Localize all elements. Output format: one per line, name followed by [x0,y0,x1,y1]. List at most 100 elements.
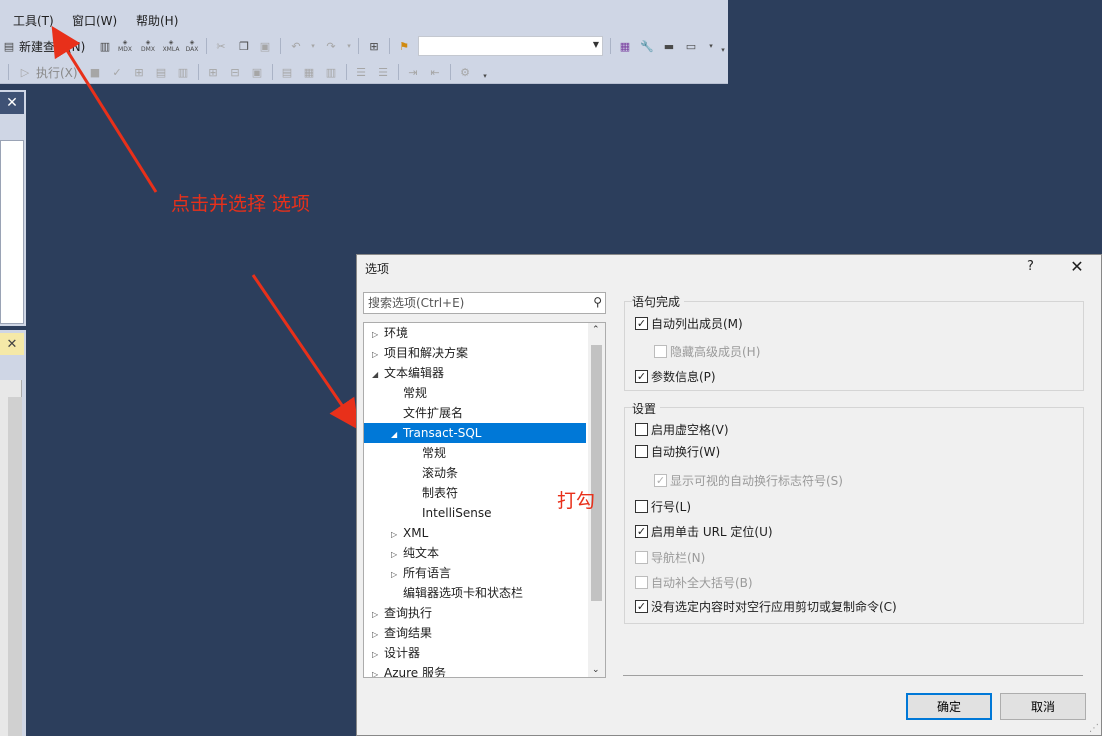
tree-item[interactable]: IntelliSense [410,503,491,523]
expand-icon[interactable]: ▷ [372,345,384,365]
search-icon[interactable]: ⚲ [593,295,602,309]
tree-item[interactable]: ▷ Azure 服务 [372,663,446,678]
option-label: 自动补全大括号(B) [651,576,753,590]
option-label: 没有选定内容时对空行应用剪切或复制命令(C) [651,600,897,614]
option-label: 隐藏高级成员(H) [670,345,761,359]
tree-item[interactable]: 常规 [391,383,427,403]
scroll-up-icon[interactable]: ⌃ [592,325,600,335]
tree-item[interactable]: ▷ 设计器 [372,643,420,663]
tree-item-label: 设计器 [384,646,421,660]
help-icon[interactable]: ? [1027,259,1034,274]
expand-icon[interactable]: ▷ [391,525,403,545]
tree-item[interactable]: 文件扩展名 [391,403,463,423]
arrow-to-transact-sql [251,274,359,430]
expand-icon[interactable]: ▷ [391,545,403,565]
option-checkbox[interactable]: ✓ 显示可视的自动换行标志符号(S) [654,472,843,489]
checkmark-icon[interactable]: ✓ [635,525,648,538]
option-label: 行号(L) [651,500,692,514]
search-input[interactable] [364,293,579,313]
option-checkbox[interactable]: 导航栏(N) [635,549,705,566]
option-checkbox[interactable]: 自动换行(W) [635,443,720,460]
settings-group [624,407,1084,624]
tree-item[interactable]: 制表符 [410,483,458,503]
arrow-to-tools-menu [51,25,158,193]
cancel-button[interactable]: 取消 [1000,693,1086,720]
tree-item-label: 项目和解决方案 [384,346,469,360]
tree-item-label: 文件扩展名 [403,406,464,420]
tree-item-label: 文本编辑器 [384,366,445,380]
option-label: 启用虚空格(V) [651,423,729,437]
expand-icon[interactable]: ▷ [372,325,384,345]
tree-item[interactable]: ◢ 文本编辑器 [372,363,444,383]
option-checkbox[interactable]: 行号(L) [635,498,691,515]
tree-item-label: Azure 服务 [384,666,446,678]
option-checkbox[interactable]: 启用虚空格(V) [635,421,729,438]
option-label: 显示可视的自动换行标志符号(S) [670,474,843,488]
dialog-divider [623,675,1083,676]
option-checkbox[interactable]: ✓ 没有选定内容时对空行应用剪切或复制命令(C) [635,598,897,615]
tree-item[interactable]: ▷ 查询执行 [372,603,432,623]
tree-item-label: 环境 [384,326,409,340]
tree-item[interactable]: 常规 [410,443,446,463]
option-label: 自动换行(W) [651,445,721,459]
option-checkbox[interactable]: 自动补全大括号(B) [635,574,753,591]
options-dialog: 选项 ? ✕ ⚲ ▷环境▷项目和解决方案◢文本编辑器常规文件扩展名◢Transa… [356,254,1102,736]
checkmark-icon[interactable]: ✓ [654,474,667,487]
tree-item-label: 常规 [422,446,447,460]
search-box: ⚲ [363,292,606,314]
tree-item-label: 常规 [403,386,428,400]
option-checkbox[interactable]: 隐藏高级成员(H) [654,343,760,360]
close-icon[interactable]: ✕ [1067,257,1087,276]
tree-item[interactable]: ▷ 环境 [372,323,408,343]
tree-item-label: 纯文本 [403,546,440,560]
scroll-down-icon[interactable]: ⌄ [592,665,600,675]
annotation-check: 打勾 [557,490,596,512]
settings-title: 设置 [632,400,661,417]
tree-item[interactable]: ▷ 查询结果 [372,623,432,643]
tree-item-label: 查询执行 [384,606,433,620]
checkbox-box[interactable] [635,551,648,564]
checkmark-icon[interactable]: ✓ [635,600,648,613]
option-checkbox[interactable]: ✓ 自动列出成员(M) [635,315,743,332]
tree-item[interactable]: 编辑器选项卡和状态栏 [391,583,523,603]
tree-item[interactable]: 滚动条 [410,463,458,483]
expand-icon[interactable]: ▷ [372,665,384,677]
option-checkbox[interactable]: ✓ 参数信息(P) [635,368,716,385]
option-label: 参数信息(P) [651,370,716,384]
checkmark-icon[interactable]: ✓ [635,370,648,383]
tree-item-label: Transact-SQL [403,426,482,440]
tree-item-label: 查询结果 [384,626,433,640]
checkbox-box[interactable] [635,423,648,436]
tree-item[interactable]: ▷ 纯文本 [391,543,439,563]
tree-item[interactable]: ▷ 所有语言 [391,563,451,583]
statement-completion-title: 语句完成 [632,293,685,310]
collapse-icon[interactable]: ◢ [391,425,403,445]
checkmark-icon[interactable]: ✓ [635,317,648,330]
annotation-click-select: 点击并选择 选项 [171,193,311,215]
tree-item-label: IntelliSense [422,506,492,520]
tree-item[interactable]: ▷ 项目和解决方案 [372,343,468,363]
dialog-title: 选项 [365,262,390,276]
checkbox-box[interactable] [654,345,667,358]
collapse-icon[interactable]: ◢ [372,365,384,385]
expand-icon[interactable]: ▷ [372,625,384,645]
checkbox-box[interactable] [635,445,648,458]
resize-grip-icon[interactable]: ⋰ [1089,723,1099,734]
tree-item-label: 所有语言 [403,566,452,580]
tree-item-label: XML [403,526,429,540]
option-checkbox[interactable]: ✓ 启用单击 URL 定位(U) [635,523,773,540]
tree-item[interactable]: ◢ Transact-SQL [364,423,586,443]
option-label: 自动列出成员(M) [651,317,743,331]
ok-button[interactable]: 确定 [906,693,992,720]
tree-item-label: 滚动条 [422,466,459,480]
checkbox-box[interactable] [635,500,648,513]
expand-icon[interactable]: ▷ [372,605,384,625]
option-label: 启用单击 URL 定位(U) [651,525,773,539]
tree-item-label: 编辑器选项卡和状态栏 [403,586,524,600]
expand-icon[interactable]: ▷ [391,565,403,585]
checkbox-box[interactable] [635,576,648,589]
expand-icon[interactable]: ▷ [372,645,384,665]
option-label: 导航栏(N) [651,551,706,565]
tree-scroll-thumb[interactable] [591,345,602,601]
tree-item[interactable]: ▷ XML [391,523,428,543]
